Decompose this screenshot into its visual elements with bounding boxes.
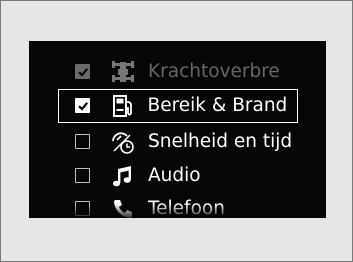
music-note-icon bbox=[112, 166, 131, 187]
list-item-label: Snelheid en tijd bbox=[148, 131, 293, 152]
list-item-label: Audio bbox=[148, 165, 201, 186]
fuel-pump-icon bbox=[112, 94, 132, 117]
list-item-bereik-brand[interactable]: Bereik & Brand bbox=[58, 89, 298, 123]
list-item-audio[interactable]: Audio bbox=[58, 159, 298, 193]
drivetrain-icon bbox=[112, 61, 134, 82]
list-item-krachtoverbre[interactable]: Krachtoverbre bbox=[58, 55, 298, 89]
checkbox-unchecked[interactable] bbox=[75, 134, 90, 149]
list-item-label: Krachtoverbre bbox=[148, 61, 280, 82]
checkbox-checked[interactable] bbox=[75, 64, 90, 79]
speed-time-icon bbox=[112, 132, 134, 154]
checkbox-checked[interactable] bbox=[74, 97, 90, 113]
scroll-fade bbox=[29, 204, 326, 218]
list-item-label: Bereik & Brand bbox=[147, 94, 288, 116]
list-item-snelheid-tijd[interactable]: Snelheid en tijd bbox=[58, 125, 298, 159]
display-screen: Krachtoverbre Bereik & Brand Snelheid en… bbox=[29, 41, 326, 218]
figure-frame: Krachtoverbre Bereik & Brand Snelheid en… bbox=[0, 0, 353, 262]
checkbox-unchecked[interactable] bbox=[75, 168, 90, 183]
